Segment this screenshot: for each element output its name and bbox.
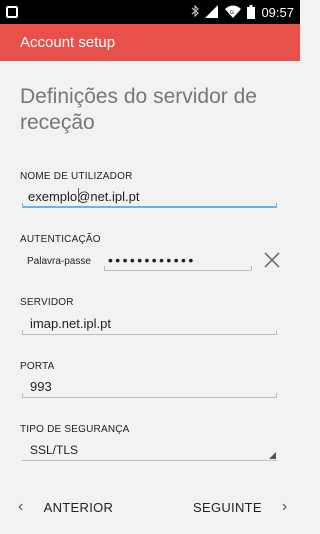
chevron-left-icon: ‹ bbox=[18, 498, 24, 515]
status-bar: G 09:57 bbox=[0, 0, 300, 24]
notification-icon bbox=[6, 6, 18, 18]
previous-button[interactable]: ‹ ANTERIOR bbox=[18, 490, 113, 524]
server-label: SERVIDOR bbox=[20, 297, 74, 308]
password-input[interactable]: •••••••••••• bbox=[108, 252, 196, 268]
clear-password-icon[interactable] bbox=[263, 251, 281, 269]
username-underline bbox=[22, 203, 277, 208]
username-input[interactable]: exemplo@net.ipl.pt bbox=[28, 189, 139, 204]
port-underline bbox=[22, 393, 277, 398]
chevron-right-icon: › bbox=[281, 498, 288, 515]
next-button[interactable]: SEGUINTE › bbox=[193, 490, 288, 524]
auth-type-label: Palavra-passe bbox=[27, 256, 91, 267]
signal-icon bbox=[205, 5, 219, 19]
security-underline bbox=[22, 460, 277, 461]
text-cursor bbox=[78, 188, 79, 202]
status-icons: G 09:57 bbox=[191, 0, 294, 24]
page-title: Definições do servidor de receção bbox=[20, 85, 257, 134]
port-label: PORTA bbox=[20, 361, 55, 372]
password-underline bbox=[104, 266, 252, 271]
authentication-label: AUTENTICAÇÃO bbox=[20, 234, 101, 245]
username-label: NOME DE UTILIZADOR bbox=[20, 171, 133, 182]
server-underline bbox=[22, 330, 277, 335]
bottom-navigation: ‹ ANTERIOR SEGUINTE › bbox=[0, 490, 300, 524]
bluetooth-icon bbox=[191, 4, 200, 20]
battery-icon bbox=[247, 5, 256, 19]
svg-text:G: G bbox=[230, 10, 234, 16]
previous-label: ANTERIOR bbox=[43, 499, 114, 515]
port-input[interactable]: 993 bbox=[30, 379, 52, 394]
app-bar: Account setup bbox=[0, 24, 300, 61]
security-label: TIPO DE SEGURANÇA bbox=[20, 424, 130, 435]
dropdown-arrow-icon[interactable] bbox=[269, 452, 276, 459]
wifi-icon: G bbox=[225, 5, 242, 19]
next-label: SEGUINTE bbox=[193, 499, 262, 515]
security-select[interactable]: SSL/TLS bbox=[30, 443, 78, 457]
server-input[interactable]: imap.net.ipl.pt bbox=[30, 316, 111, 331]
app-bar-title: Account setup bbox=[20, 34, 116, 51]
status-time: 09:57 bbox=[261, 4, 294, 20]
